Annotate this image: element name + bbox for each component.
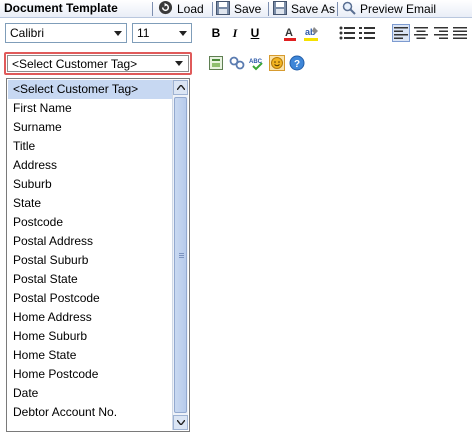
list-item[interactable]: Suburb [8, 175, 173, 194]
align-left-icon[interactable] [392, 24, 410, 42]
list-item[interactable]: Postal Address [8, 232, 173, 251]
customer-tag-select[interactable]: <Select Customer Tag> [4, 52, 192, 75]
chevron-down-icon [170, 56, 188, 71]
toolbar-divider [268, 2, 269, 16]
toolbar-divider [337, 2, 338, 16]
spellcheck-icon[interactable]: ABC [249, 55, 265, 71]
bullet-list-icon[interactable] [338, 24, 356, 42]
list-item[interactable]: Postal Postcode [8, 289, 173, 308]
numbered-list-icon[interactable] [358, 24, 376, 42]
list-item[interactable]: <Select Customer Tag> [8, 80, 173, 99]
italic-button[interactable]: I [226, 24, 244, 42]
refresh-icon [158, 0, 173, 18]
underline-button[interactable]: U [246, 24, 264, 42]
bold-button[interactable]: B [207, 24, 225, 42]
save-button[interactable]: Save [216, 0, 262, 18]
list-item[interactable]: Surname [8, 118, 173, 137]
highlight-icon[interactable]: ab [302, 24, 320, 42]
svg-text:?: ? [294, 59, 300, 70]
list-item[interactable]: Home Address [8, 308, 173, 327]
list-item[interactable]: Title [8, 137, 173, 156]
font-family-value: Calibri [10, 26, 45, 40]
toolbar-divider [212, 2, 213, 16]
list-item[interactable]: Home State [8, 346, 173, 365]
font-size-value: 11 [137, 26, 150, 40]
preview-email-button[interactable]: Preview Email [342, 1, 436, 17]
chevron-down-icon [110, 24, 126, 42]
justify-icon[interactable] [451, 24, 469, 42]
link-icon[interactable] [229, 55, 245, 71]
align-right-icon[interactable] [432, 24, 450, 42]
customer-tag-dropdown[interactable]: <Select Customer Tag> First Name Surname Ti… [6, 78, 190, 432]
list-item[interactable]: First Name [8, 99, 173, 118]
load-button[interactable]: Load [158, 0, 204, 18]
image-icon[interactable] [208, 55, 224, 71]
load-label: Load [177, 2, 204, 16]
grip-line [179, 255, 184, 256]
list-item[interactable]: Home Postcode [8, 365, 173, 384]
scroll-down-button[interactable] [173, 415, 188, 430]
floppy-disk-icon [216, 0, 230, 18]
font-family-select[interactable]: Calibri [5, 23, 127, 43]
font-size-select[interactable]: 11 [132, 23, 192, 43]
list-item[interactable]: Debtor Account No. [8, 403, 173, 422]
toolbar-divider [152, 2, 153, 16]
save-label: Save [234, 2, 262, 16]
svg-text:A: A [285, 27, 293, 39]
grip-line [179, 257, 184, 258]
list-item[interactable]: Home Suburb [8, 327, 173, 346]
document-title: Document Template [4, 1, 118, 15]
customer-tag-select-field[interactable]: <Select Customer Tag> [7, 55, 189, 72]
list-item[interactable]: Postal State [8, 270, 173, 289]
grip-line [179, 253, 184, 254]
preview-email-label: Preview Email [360, 2, 437, 16]
smiley-icon[interactable] [269, 55, 285, 71]
align-center-icon[interactable] [412, 24, 430, 42]
floppy-disk-icon [273, 0, 287, 18]
help-icon[interactable]: ? [289, 55, 305, 71]
customer-tag-selected-value: <Select Customer Tag> [12, 56, 138, 71]
list-item[interactable]: State [8, 194, 173, 213]
save-as-button[interactable]: Save As [273, 0, 336, 18]
scroll-thumb[interactable] [174, 97, 187, 413]
save-as-label: Save As [291, 2, 336, 16]
magnifier-icon [342, 1, 356, 18]
list-item[interactable]: Postcode [8, 213, 173, 232]
font-color-icon[interactable]: A [281, 24, 299, 42]
scroll-up-button[interactable] [173, 80, 188, 95]
list-item[interactable]: Date [8, 384, 173, 403]
list-item[interactable]: Address [8, 156, 173, 175]
list-item[interactable]: Postal Suburb [8, 251, 173, 270]
customer-tag-list: <Select Customer Tag> First Name Surname Ti… [8, 80, 173, 422]
chevron-down-icon [175, 24, 191, 42]
scrollbar[interactable] [172, 80, 188, 430]
